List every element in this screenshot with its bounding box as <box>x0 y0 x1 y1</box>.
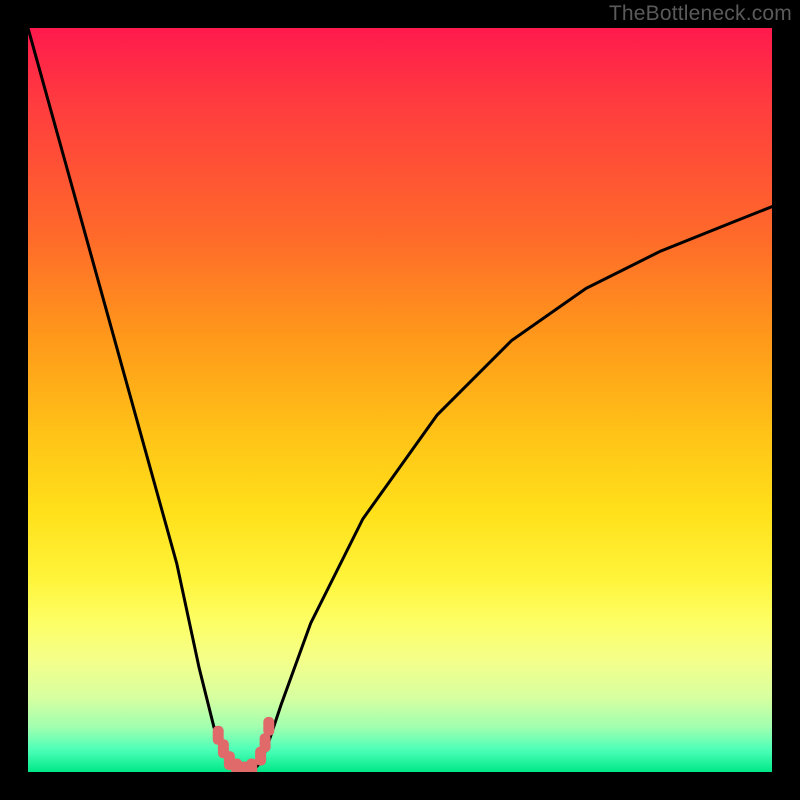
marker-dot <box>260 733 271 752</box>
near-optimal-markers <box>213 717 275 772</box>
watermark-text: TheBottleneck.com <box>609 2 792 26</box>
chart-frame: TheBottleneck.com <box>0 0 800 800</box>
chart-svg <box>28 28 772 772</box>
plot-area <box>28 28 772 772</box>
bottleneck-curve <box>28 28 772 772</box>
marker-dot <box>263 717 274 736</box>
